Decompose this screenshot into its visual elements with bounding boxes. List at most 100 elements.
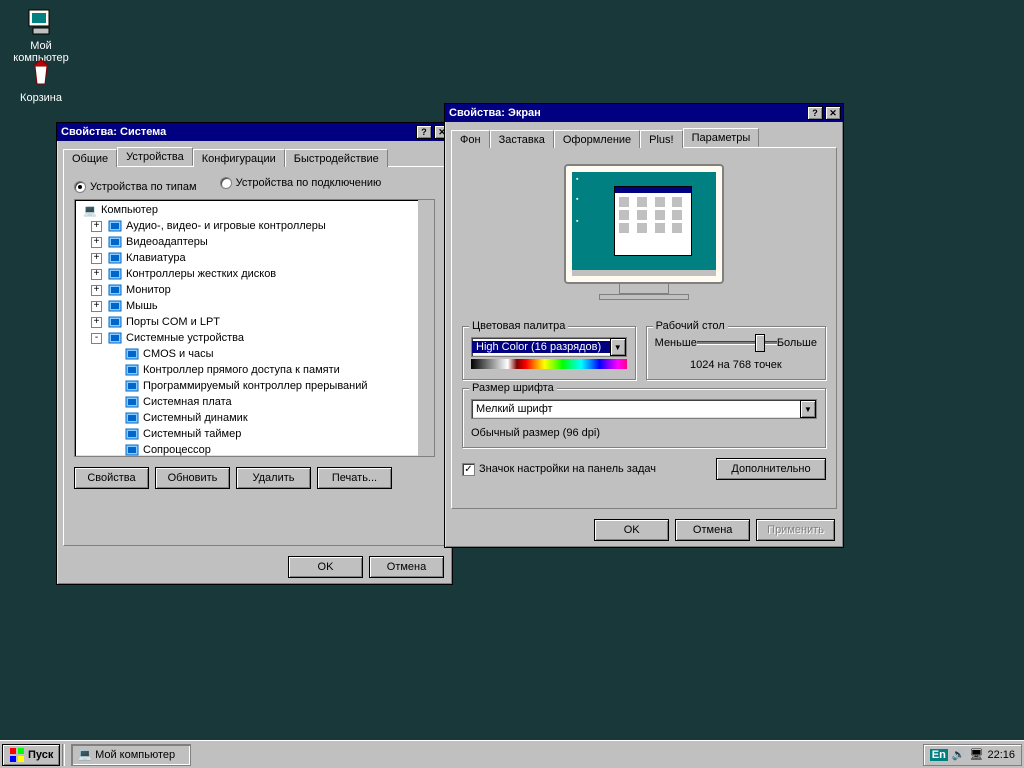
chip-icon <box>124 443 140 457</box>
start-button[interactable]: Пуск <box>2 744 60 766</box>
tray-icon-checkbox[interactable]: ✓ Значок настройки на панель задач <box>462 463 706 476</box>
tree-node[interactable]: +Монитор <box>77 282 432 298</box>
icon-label: Корзина <box>6 92 76 104</box>
ports-icon <box>107 315 123 329</box>
close-button[interactable]: ✕ <box>825 106 841 120</box>
tree-node[interactable]: + Порты COM и LPT <box>77 314 432 330</box>
tree-node[interactable]: +Контроллеры жестких дисков <box>77 266 432 282</box>
resolution-slider[interactable] <box>697 341 777 345</box>
tabs: Общие Устройства Конфигурации Быстродейс… <box>63 147 446 166</box>
color-depth-dropdown[interactable]: High Color (16 разрядов) ▼ <box>471 337 627 357</box>
titlebar[interactable]: Свойства: Экран ? ✕ <box>445 104 843 122</box>
expand-icon[interactable]: + <box>91 317 102 328</box>
tree-node[interactable]: - Системные устройства <box>77 330 432 346</box>
volume-icon[interactable]: 🔊 <box>952 748 966 761</box>
group-legend: Цветовая палитра <box>469 320 568 332</box>
display-tray-icon[interactable]: 🖥 <box>970 748 984 761</box>
dropdown-value: High Color (16 разрядов) <box>472 341 610 353</box>
print-button[interactable]: Печать... <box>317 467 392 489</box>
delete-button[interactable]: Удалить <box>236 467 311 489</box>
tree-node[interactable]: + Аудио-, видео- и игровые контроллеры <box>77 218 432 234</box>
cancel-button[interactable]: Отмена <box>675 519 750 541</box>
tree-leaf[interactable]: Контроллер прямого доступа к памяти <box>77 362 432 378</box>
slider-more-label: Больше <box>777 337 817 349</box>
tab-configs[interactable]: Конфигурации <box>193 149 285 167</box>
tree-node[interactable]: + Видеоадаптеры <box>77 234 432 250</box>
view-mode-row: Устройства по типам Устройства по подклю… <box>74 177 435 193</box>
tree-label: Мышь <box>126 300 158 312</box>
cancel-button[interactable]: Отмена <box>369 556 444 578</box>
display-properties-window: Свойства: Экран ? ✕ Фон Заставка Оформле… <box>444 103 844 548</box>
help-button[interactable]: ? <box>807 106 823 120</box>
taskbar-task[interactable]: 💻 Мой компьютер <box>71 744 191 766</box>
tree-leaf[interactable]: Системная плата <box>77 394 432 410</box>
tree-leaf[interactable]: Сопроцессор <box>77 442 432 457</box>
expand-icon[interactable]: + <box>91 253 102 264</box>
tab-settings[interactable]: Параметры <box>683 128 760 147</box>
multimedia-icon <box>107 219 123 233</box>
tree-label: Системная плата <box>143 396 232 408</box>
computer-icon: 💻 <box>78 748 92 761</box>
tree-leaf[interactable]: CMOS и часы <box>77 346 432 362</box>
tab-devices[interactable]: Устройства <box>117 147 193 166</box>
tree-label: Системный динамик <box>143 412 248 424</box>
window-title: Свойства: Экран <box>447 107 805 119</box>
ok-button[interactable]: OK <box>288 556 363 578</box>
tab-perf[interactable]: Быстродействие <box>285 149 388 167</box>
tab-plus[interactable]: Plus! <box>640 130 682 148</box>
tree-leaf[interactable]: Системный таймер <box>77 426 432 442</box>
tree-label: Аудио-, видео- и игровые контроллеры <box>126 220 326 232</box>
tree-label: CMOS и часы <box>143 348 214 360</box>
device-tree[interactable]: 💻 Компьютер + Аудио-, видео- и игровые ко… <box>74 199 435 457</box>
tree-node[interactable]: + Мышь <box>77 298 432 314</box>
hdd-controller-icon <box>107 267 123 281</box>
tree-label: Системные устройства <box>126 332 244 344</box>
tab-background[interactable]: Фон <box>451 130 490 148</box>
scrollbar[interactable] <box>418 200 434 456</box>
clock[interactable]: 22:16 <box>987 749 1015 761</box>
color-preview <box>471 359 627 369</box>
keyboard-icon <box>107 251 123 265</box>
tree-label: Видеоадаптеры <box>126 236 208 248</box>
group-legend: Рабочий стол <box>653 320 728 332</box>
resolution-text: 1024 на 768 точек <box>655 359 817 371</box>
tab-general[interactable]: Общие <box>63 149 117 167</box>
taskbar: Пуск 💻 Мой компьютер En 🔊 🖥 22:16 <box>0 740 1024 768</box>
font-size-dropdown[interactable]: Мелкий шрифт ▼ <box>471 399 817 419</box>
tree-leaf[interactable]: Программируемый контроллер прерываний <box>77 378 432 394</box>
expand-icon[interactable]: - <box>91 333 102 344</box>
apply-button[interactable]: Применить <box>756 519 835 541</box>
properties-button[interactable]: Свойства <box>74 467 149 489</box>
chip-icon <box>124 363 140 377</box>
windows-logo-icon <box>9 747 25 763</box>
expand-icon[interactable]: + <box>91 269 102 280</box>
refresh-button[interactable]: Обновить <box>155 467 230 489</box>
chevron-down-icon: ▼ <box>800 400 816 418</box>
tree-label: Клавиатура <box>126 252 186 264</box>
radio-by-conn[interactable]: Устройства по подключению <box>220 177 382 189</box>
chip-icon <box>124 411 140 425</box>
tab-screensaver[interactable]: Заставка <box>490 130 554 148</box>
expand-icon[interactable]: + <box>91 301 102 312</box>
recycle-bin-desktop-icon[interactable]: Корзина <box>6 58 76 104</box>
mouse-icon <box>107 299 123 313</box>
expand-icon[interactable]: + <box>91 285 102 296</box>
radio-by-type[interactable]: Устройства по типам <box>74 181 197 193</box>
expand-icon[interactable]: + <box>91 237 102 248</box>
computer-icon: 💻 <box>82 203 98 217</box>
chip-icon <box>124 427 140 441</box>
expand-icon[interactable]: + <box>91 221 102 232</box>
ok-button[interactable]: OK <box>594 519 669 541</box>
tree-leaf[interactable]: Системный динамик <box>77 410 432 426</box>
tab-appearance[interactable]: Оформление <box>554 130 640 148</box>
tree-label: Системный таймер <box>143 428 241 440</box>
lang-indicator[interactable]: En <box>930 749 948 761</box>
my-computer-desktop-icon[interactable]: Мой компьютер <box>6 6 76 64</box>
titlebar[interactable]: Свойства: Система ? ✕ <box>57 123 452 141</box>
tree-label: Порты COM и LPT <box>126 316 220 328</box>
tree-node[interactable]: + Клавиатура <box>77 250 432 266</box>
advanced-button[interactable]: Дополнительно <box>716 458 826 480</box>
dropdown-value: Мелкий шрифт <box>472 403 800 415</box>
tree-root[interactable]: 💻 Компьютер <box>77 202 432 218</box>
help-button[interactable]: ? <box>416 125 432 139</box>
